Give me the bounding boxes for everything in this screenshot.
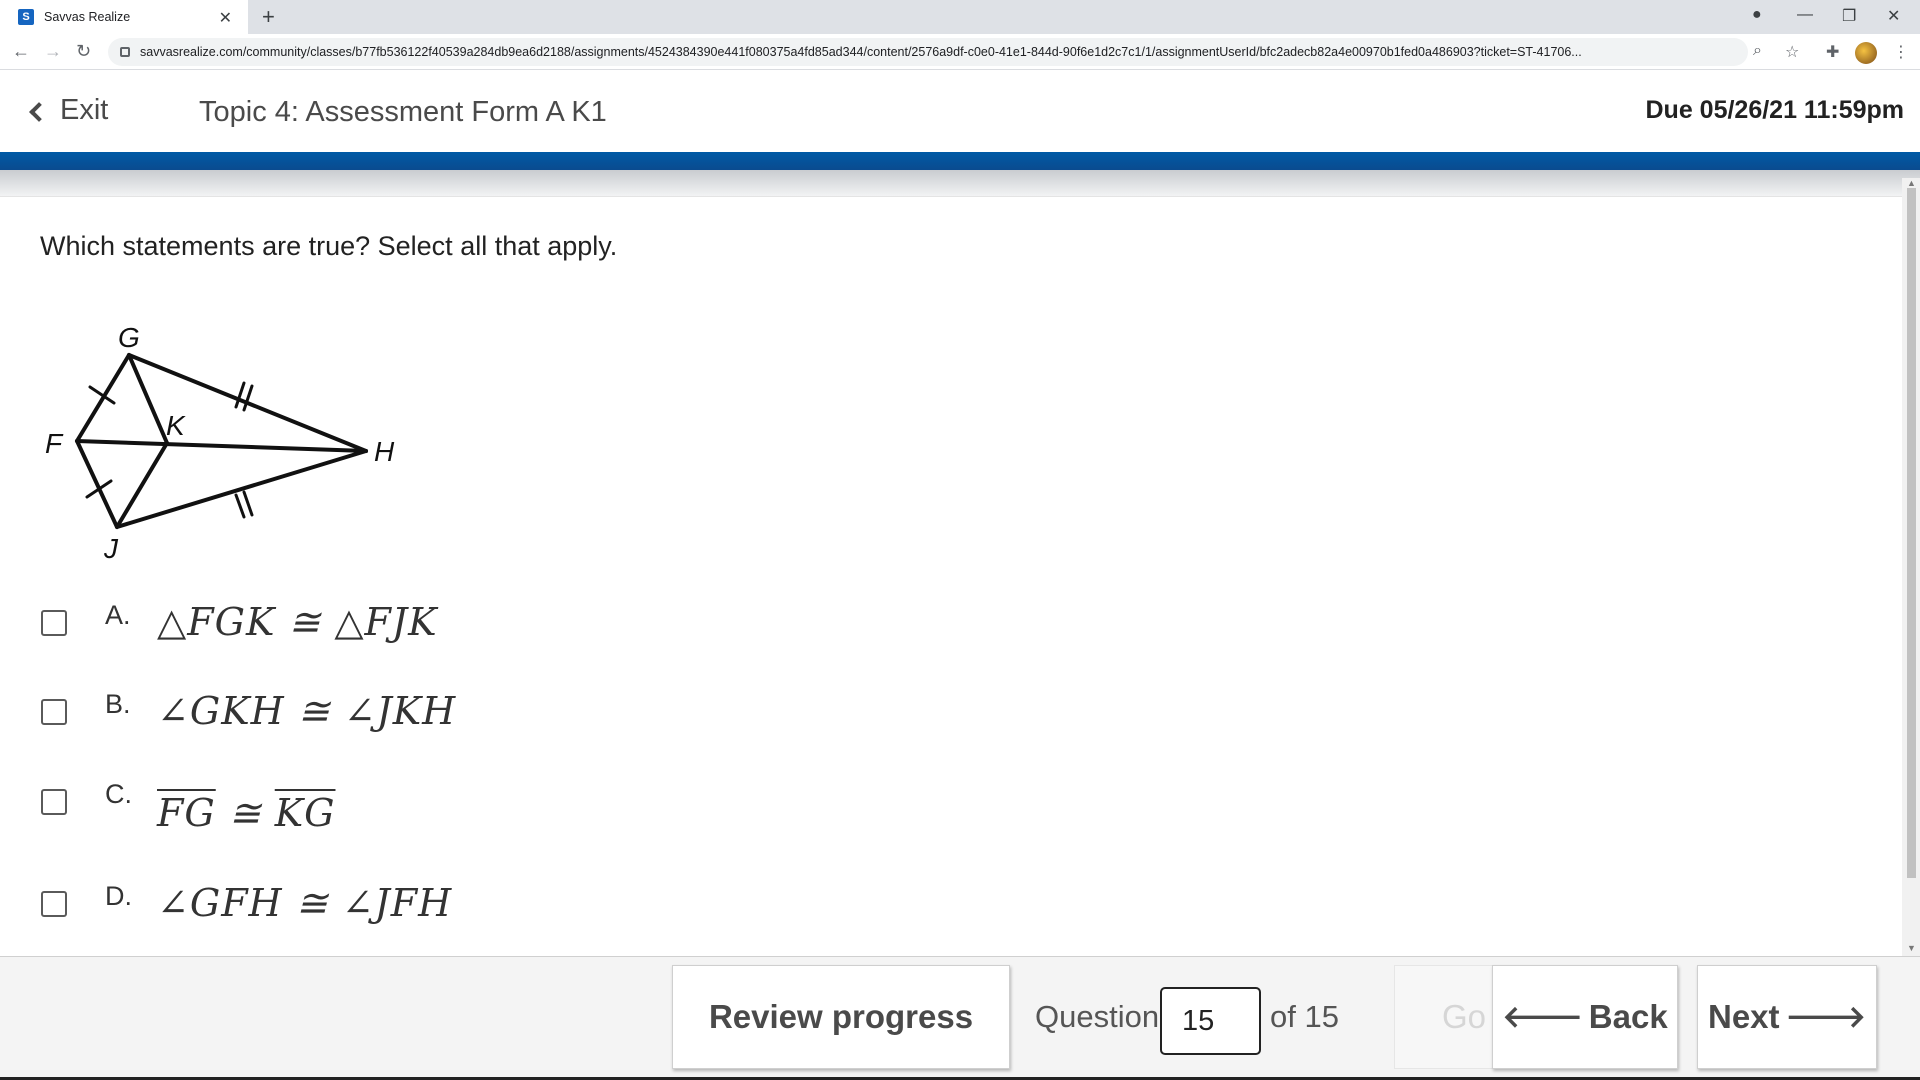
exit-button[interactable]: Exit — [29, 94, 109, 127]
next-label: Next — [1708, 998, 1780, 1035]
scroll-up-icon[interactable]: ▲ — [1907, 178, 1916, 188]
browser-menu-icon[interactable]: ⋮ — [1893, 42, 1909, 62]
congruent-symbol: ≅ — [215, 791, 275, 835]
header-band — [0, 152, 1920, 170]
choice-statement: △FGK ≅ △FJK — [157, 600, 438, 644]
label-h: H — [374, 436, 395, 467]
next-button[interactable]: Next 🡒 — [1697, 965, 1877, 1069]
reload-icon[interactable]: ↻ — [76, 41, 91, 62]
profile-menu-icon[interactable]: ● — [1752, 6, 1762, 24]
restore-icon[interactable]: ❐ — [1842, 6, 1856, 26]
choice-a[interactable]: A. △FGK ≅ △FJK — [41, 600, 438, 644]
back-label: Back — [1588, 998, 1668, 1035]
choice-letter: A. — [105, 600, 131, 630]
header-shadow — [0, 170, 1920, 196]
question-total: of 15 — [1270, 999, 1339, 1034]
checkbox-a[interactable] — [41, 610, 67, 636]
zoom-icon[interactable]: ⌕ — [1753, 42, 1762, 60]
forward-arrow-icon[interactable]: → — [44, 41, 62, 62]
url-text: savvasrealize.com/community/classes/b77f… — [140, 45, 1582, 59]
segment-kg: KG — [274, 791, 336, 835]
scroll-thumb[interactable] — [1907, 188, 1916, 878]
checkbox-d[interactable] — [41, 891, 67, 917]
browser-tab-bar: S Savvas Realize ✕ + ● — ❐ ✕ — [0, 0, 1920, 34]
choice-b[interactable]: B. ∠GKH ≅ ∠JKH — [41, 689, 456, 733]
browser-tab[interactable]: S Savvas Realize ✕ — [0, 0, 248, 34]
choice-statement: ∠GFH ≅ ∠JFH — [157, 881, 453, 925]
arrow-right-icon: 🡒 — [1785, 1001, 1866, 1034]
chevron-left-icon — [29, 101, 49, 122]
label-g: G — [118, 322, 140, 353]
scroll-down-icon[interactable]: ▼ — [1907, 943, 1916, 953]
assignment-title: Topic 4: Assessment Form A K1 — [199, 96, 607, 128]
profile-avatar[interactable] — [1855, 42, 1877, 64]
checkbox-b[interactable] — [41, 699, 67, 725]
label-j: J — [103, 533, 119, 564]
back-arrow-icon[interactable]: ← — [12, 41, 30, 62]
navigation-footer: Review progress Question of 15 Go 🡐 Back… — [0, 956, 1920, 1080]
checkbox-c[interactable] — [41, 789, 67, 815]
arrow-left-icon: 🡐 — [1502, 1001, 1583, 1034]
close-tab-icon[interactable]: ✕ — [219, 8, 232, 28]
review-progress-button[interactable]: Review progress — [672, 965, 1010, 1069]
choice-letter: C. — [105, 779, 132, 809]
tab-title: Savvas Realize — [44, 10, 131, 24]
savvas-favicon-icon: S — [18, 9, 34, 25]
back-button[interactable]: 🡐 Back — [1492, 965, 1678, 1069]
url-field[interactable]: savvasrealize.com/community/classes/b77f… — [108, 38, 1748, 66]
bookmark-star-icon[interactable]: ☆ — [1785, 42, 1799, 62]
minimize-icon[interactable]: — — [1797, 6, 1813, 24]
choice-d[interactable]: D. ∠GFH ≅ ∠JFH — [41, 881, 452, 925]
choice-letter: D. — [105, 881, 132, 911]
browser-address-bar: ← → ↻ savvasrealize.com/community/classe… — [0, 34, 1920, 70]
question-number-input[interactable] — [1160, 987, 1261, 1055]
kite-figure: G F K H J — [45, 322, 395, 564]
segment-fg: FG — [157, 791, 216, 835]
content-scrollbar[interactable]: ▲ ▼ — [1902, 178, 1920, 956]
exit-label: Exit — [60, 94, 109, 126]
new-tab-icon[interactable]: + — [262, 4, 275, 30]
choice-c[interactable]: C. FG ≅ KG — [41, 779, 335, 835]
lock-icon — [120, 47, 130, 57]
extensions-puzzle-icon[interactable]: ✚ — [1826, 42, 1839, 62]
choice-statement: FG ≅ KG — [157, 791, 335, 835]
question-prompt: Which statements are true? Select all th… — [40, 231, 618, 261]
question-label: Question — [1035, 999, 1160, 1034]
close-window-icon[interactable]: ✕ — [1887, 6, 1900, 26]
question-panel: Which statements are true? Select all th… — [0, 196, 1902, 956]
due-date: Due 05/26/21 11:59pm — [1645, 96, 1905, 124]
label-f: F — [45, 428, 64, 459]
choice-letter: B. — [105, 689, 131, 719]
choice-statement: ∠GKH ≅ ∠JKH — [157, 689, 457, 733]
label-k: K — [166, 410, 186, 441]
assignment-header: Exit Topic 4: Assessment Form A K1 Due 0… — [0, 70, 1920, 152]
